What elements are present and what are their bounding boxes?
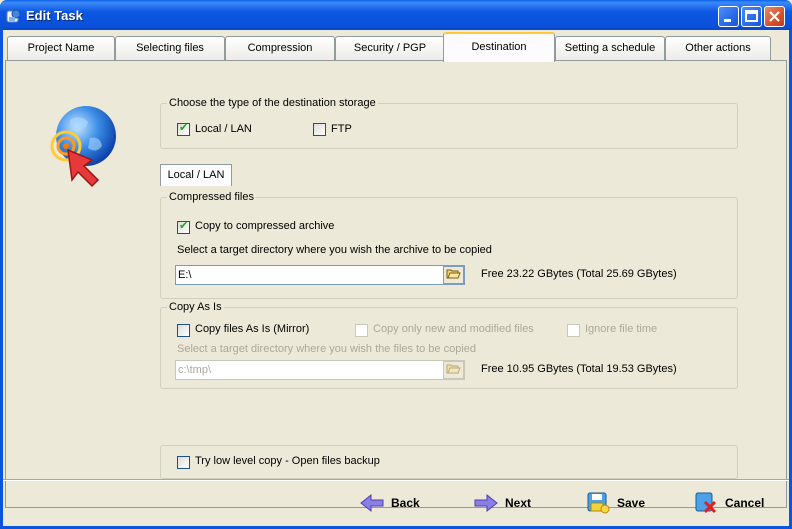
back-label: Back bbox=[391, 496, 420, 510]
edit-task-window: Edit Task Project Name Selecting files C… bbox=[0, 0, 792, 529]
compressed-free-space: Free 23.22 GBytes (Total 25.69 GBytes) bbox=[481, 268, 677, 280]
folder-open-icon bbox=[446, 269, 461, 279]
arrow-left-icon bbox=[360, 493, 384, 513]
save-disk-icon bbox=[587, 492, 610, 514]
storage-type-label: Choose the type of the destination stora… bbox=[167, 97, 378, 109]
ftp-checkbox[interactable] bbox=[313, 123, 326, 136]
compressed-files-group: Compressed files ✔ Copy to compressed ar… bbox=[160, 191, 738, 299]
tab-selecting-files[interactable]: Selecting files bbox=[115, 36, 225, 60]
next-label: Next bbox=[505, 496, 532, 510]
app-icon bbox=[6, 9, 21, 23]
compressed-instruction: Select a target directory where you wish… bbox=[177, 244, 492, 256]
compressed-browse-button[interactable] bbox=[443, 266, 464, 284]
cancel-icon bbox=[695, 492, 717, 514]
globe-destination-icon bbox=[50, 106, 116, 188]
close-icon bbox=[769, 11, 780, 22]
subtab-local-lan[interactable]: Local / LAN bbox=[160, 164, 232, 186]
minimize-button[interactable] bbox=[718, 6, 739, 27]
low-level-copy-group: Try low level copy - Open files backup bbox=[160, 445, 738, 479]
tab-setting-schedule[interactable]: Setting a schedule bbox=[555, 36, 665, 60]
checkmark-icon: ✔ bbox=[179, 220, 189, 232]
local-lan-label: Local / LAN bbox=[195, 123, 252, 135]
title-bar[interactable]: Edit Task bbox=[0, 0, 792, 30]
bottom-separator bbox=[3, 479, 789, 481]
new-modified-checkbox[interactable] bbox=[355, 324, 368, 337]
copy-as-is-path-input[interactable]: c:\tmp\ bbox=[175, 360, 465, 380]
compressed-files-label: Compressed files bbox=[167, 191, 256, 203]
ftp-label: FTP bbox=[331, 123, 352, 135]
copy-as-is-browse-button[interactable] bbox=[443, 361, 464, 379]
folder-open-icon bbox=[446, 364, 461, 374]
window-title: Edit Task bbox=[26, 8, 83, 23]
tab-project-name[interactable]: Project Name bbox=[7, 36, 115, 60]
save-label: Save bbox=[617, 496, 646, 510]
copy-compressed-label: Copy to compressed archive bbox=[195, 220, 335, 232]
compressed-path-input[interactable]: E:\ bbox=[175, 265, 465, 285]
tab-security-pgp[interactable]: Security / PGP bbox=[335, 36, 445, 60]
back-button[interactable]: Back bbox=[359, 489, 420, 517]
copy-as-is-instruction: Select a target directory where you wish… bbox=[177, 343, 476, 355]
tab-strip: Project Name Selecting files Compression… bbox=[5, 32, 787, 62]
maximize-icon bbox=[745, 10, 758, 22]
close-button[interactable] bbox=[764, 6, 785, 27]
low-level-label: Try low level copy - Open files backup bbox=[195, 455, 380, 467]
cancel-button[interactable]: Cancel bbox=[693, 489, 764, 517]
next-button[interactable]: Next bbox=[473, 489, 531, 517]
cancel-label: Cancel bbox=[725, 496, 765, 510]
copy-as-is-free-space: Free 10.95 GBytes (Total 19.53 GBytes) bbox=[481, 363, 677, 375]
copy-as-is-group: Copy As Is Copy files As Is (Mirror) Cop… bbox=[160, 301, 738, 389]
copy-as-is-label: Copy As Is bbox=[167, 301, 224, 313]
mirror-label: Copy files As Is (Mirror) bbox=[195, 323, 310, 335]
maximize-button[interactable] bbox=[741, 6, 762, 27]
new-modified-label: Copy only new and modified files bbox=[373, 323, 534, 335]
destination-page: Choose the type of the destination stora… bbox=[5, 60, 787, 508]
ignore-time-checkbox[interactable] bbox=[567, 324, 580, 337]
checkmark-icon: ✔ bbox=[179, 122, 189, 134]
mirror-checkbox[interactable] bbox=[177, 324, 190, 337]
low-level-checkbox[interactable] bbox=[177, 456, 190, 469]
tab-other-actions[interactable]: Other actions bbox=[665, 36, 771, 60]
tab-destination[interactable]: Destination bbox=[443, 32, 555, 62]
minimize-icon bbox=[724, 19, 731, 22]
copy-compressed-checkbox[interactable]: ✔ bbox=[177, 220, 190, 234]
arrow-right-icon bbox=[474, 493, 498, 513]
save-button[interactable]: Save bbox=[585, 489, 645, 517]
storage-type-group: Choose the type of the destination stora… bbox=[160, 97, 738, 149]
tab-compression[interactable]: Compression bbox=[225, 36, 335, 60]
window-client-area: Project Name Selecting files Compression… bbox=[3, 30, 789, 526]
local-lan-checkbox[interactable]: ✔ bbox=[177, 122, 190, 136]
ignore-time-label: Ignore file time bbox=[585, 323, 658, 335]
